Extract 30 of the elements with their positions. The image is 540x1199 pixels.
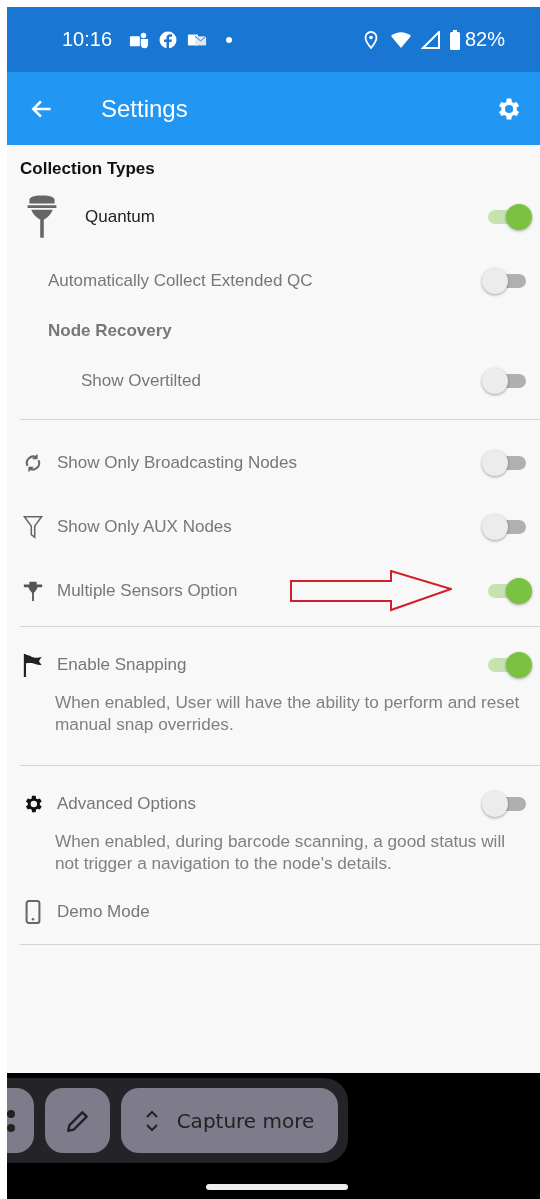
flag-icon: [22, 653, 44, 677]
setting-description: When enabled, during barcode scanning, a good status will not trigger a navigation to the node's details.: [55, 830, 507, 874]
home-indicator[interactable]: [206, 1184, 348, 1190]
status-time: 10:16: [62, 28, 113, 51]
setting-label: Enable Snapping: [57, 655, 188, 675]
setting-label: Automatically Collect Extended QC: [48, 270, 314, 291]
expand-icon: [144, 1108, 159, 1133]
filter-icon: [22, 515, 44, 539]
more-button[interactable]: [7, 1088, 34, 1153]
setting-label: Advanced Options: [57, 794, 197, 814]
page-title: Settings: [101, 94, 189, 123]
setting-description: When enabled, User will have the ability to perform and reset manual snap overrides.: [55, 691, 520, 735]
wifi-icon: [389, 30, 412, 49]
setting-label: Show Only AUX Nodes: [57, 517, 233, 537]
sensor-icon: [22, 579, 44, 603]
setting-label: Show Only Broadcasting Nodes: [57, 453, 299, 473]
section-header: Collection Types: [20, 158, 156, 180]
battery-icon: [449, 29, 460, 50]
subsection-header: Node Recovery: [47, 320, 173, 342]
edit-button[interactable]: [45, 1088, 110, 1153]
setting-link[interactable]: Demo Mode: [57, 902, 532, 922]
battery-percent: 82%: [464, 28, 505, 51]
capture-more-button[interactable]: Capture more: [121, 1088, 338, 1153]
setting-label: Quantum: [85, 207, 156, 227]
setting-label: Show Overtilted: [81, 371, 202, 391]
setting-label: Multiple Sensors Option: [57, 581, 239, 601]
notification-icon: [158, 30, 179, 49]
notification-icon: [129, 30, 150, 49]
notification-dot-icon: [226, 36, 233, 43]
signal-icon: [420, 30, 441, 49]
